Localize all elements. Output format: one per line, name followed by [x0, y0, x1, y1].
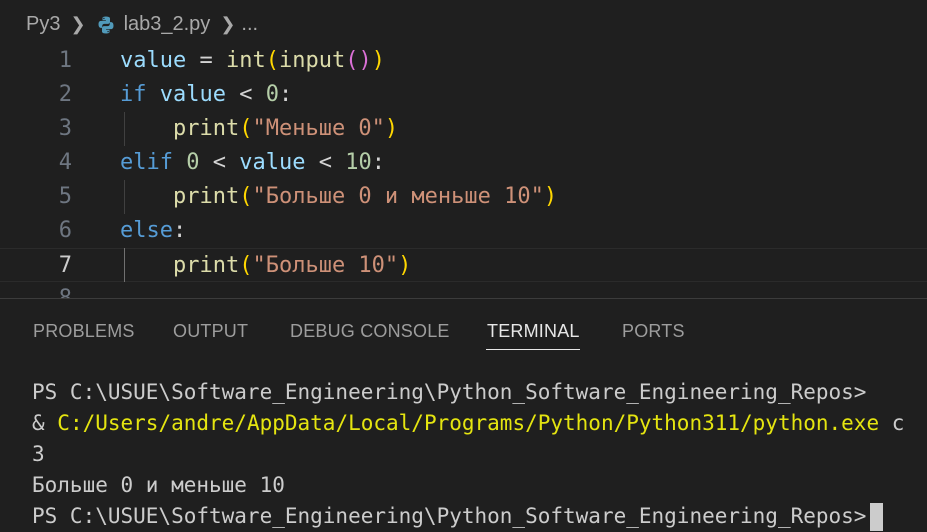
code-token: <: [225, 82, 266, 107]
panel-tabs: PROBLEMS OUTPUT DEBUG CONSOLE TERMINAL P…: [0, 299, 927, 365]
tab-terminal[interactable]: TERMINAL: [487, 321, 580, 342]
code-token: 0: [186, 150, 200, 175]
code-line[interactable]: 4 elif 0 < value < 10:: [0, 146, 927, 180]
code-text: elif 0 < value < 10:: [120, 146, 385, 180]
code-token: "Меньше 0": [252, 116, 385, 141]
breadcrumb-folder[interactable]: Py3: [26, 13, 60, 36]
code-token: ): [398, 253, 412, 278]
line-number: 4: [58, 150, 72, 175]
code-token: value: [239, 150, 306, 175]
terminal-text: &: [32, 411, 58, 435]
code-line[interactable]: 5 print("Больше 0 и меньше 10"): [0, 180, 927, 214]
terminal-text: c: [879, 411, 905, 435]
code-token: input: [278, 48, 346, 73]
terminal-output[interactable]: PS C:\USUE\Software_Engineering\Python_S…: [32, 377, 927, 532]
code-text: print("Больше 10"): [120, 249, 411, 283]
code-line[interactable]: 1 value = int(input()): [0, 44, 927, 78]
breadcrumb-more[interactable]: ...: [241, 13, 258, 36]
chevron-right-icon: ❯: [220, 13, 236, 34]
code-token: "Больше 10": [252, 253, 399, 278]
code-token: :: [371, 150, 385, 175]
indent-guide: [124, 180, 125, 214]
code-token: (): [345, 48, 372, 73]
code-token: =: [186, 48, 226, 73]
terminal-prompt-line: PS C:\USUE\Software_Engineering\Python_S…: [32, 501, 927, 532]
indent-guide: [124, 112, 125, 146]
code-token: <: [199, 150, 240, 175]
code-text: print("Больше 0 и меньше 10"): [120, 180, 557, 214]
code-token: (: [239, 184, 253, 209]
code-token: :: [172, 218, 187, 243]
code-text: print("Меньше 0"): [120, 112, 398, 146]
code-token: <: [305, 150, 346, 175]
line-number: 8: [0, 282, 72, 298]
tab-ports[interactable]: PORTS: [622, 321, 685, 342]
code-token: value: [120, 48, 187, 73]
line-number: 1: [58, 48, 72, 73]
code-token: value: [159, 82, 226, 107]
terminal-line: PS C:\USUE\Software_Engineering\Python_S…: [32, 380, 867, 404]
code-editor[interactable]: 1 value = int(input()) 2 if value < 0: 3 pri…: [0, 44, 927, 298]
terminal-line: & C:/Users/andre/AppData/Local/Programs/…: [32, 408, 927, 439]
terminal-cursor: [870, 503, 884, 531]
code-text: if value < 0:: [120, 78, 292, 112]
code-token: 10: [345, 150, 372, 175]
line-number: 3: [58, 116, 72, 141]
breadcrumb-file[interactable]: lab3_2.py: [124, 13, 211, 36]
code-token: print: [172, 184, 240, 209]
code-line[interactable]: 8: [0, 282, 927, 298]
code-token: elif: [120, 150, 173, 175]
code-token: print: [172, 116, 240, 141]
code-line[interactable]: 6 else:: [0, 214, 927, 248]
line-number: 6: [58, 218, 72, 243]
code-token: :: [278, 82, 293, 107]
code-token: print: [172, 253, 240, 278]
terminal-python-path: C:/Users/andre/AppData/Local/Programs/Py…: [57, 411, 880, 435]
code-line[interactable]: 7 print("Больше 10"): [0, 248, 927, 282]
python-file-icon: [96, 15, 116, 35]
code-line[interactable]: 2 if value < 0:: [0, 78, 927, 112]
active-tab-indicator: [486, 349, 580, 350]
code-token: (: [239, 253, 253, 278]
code-token: else: [120, 218, 173, 243]
terminal-line: 3: [32, 442, 45, 466]
terminal-prompt: PS C:\USUE\Software_Engineering\Python_S…: [32, 504, 867, 528]
code-token: (: [265, 48, 279, 73]
line-number: 5: [58, 184, 72, 209]
code-token: ): [384, 116, 399, 141]
terminal-line: Больше 0 и меньше 10: [32, 473, 285, 497]
code-token: ): [543, 184, 558, 209]
code-text: value = int(input()): [120, 44, 385, 78]
line-number: 2: [58, 82, 72, 107]
code-line[interactable]: 3 print("Меньше 0"): [0, 112, 927, 146]
line-number: 7: [58, 253, 72, 278]
breadcrumb: Py3 ❯ lab3_2.py ❯ ...: [0, 0, 927, 48]
tab-output[interactable]: OUTPUT: [173, 321, 248, 342]
bottom-panel: PROBLEMS OUTPUT DEBUG CONSOLE TERMINAL P…: [0, 298, 927, 532]
code-token: int: [225, 48, 266, 73]
code-text: else:: [120, 214, 186, 248]
chevron-right-icon: ❯: [70, 13, 86, 34]
code-token: "Больше 0 и меньше 10": [252, 184, 544, 209]
code-token: if: [120, 82, 147, 107]
code-token: (: [239, 116, 253, 141]
indent-guide: [124, 248, 125, 282]
code-token: 0: [265, 82, 279, 107]
code-token: ): [371, 48, 385, 73]
tab-problems[interactable]: PROBLEMS: [33, 321, 135, 342]
tab-debug-console[interactable]: DEBUG CONSOLE: [290, 321, 450, 342]
